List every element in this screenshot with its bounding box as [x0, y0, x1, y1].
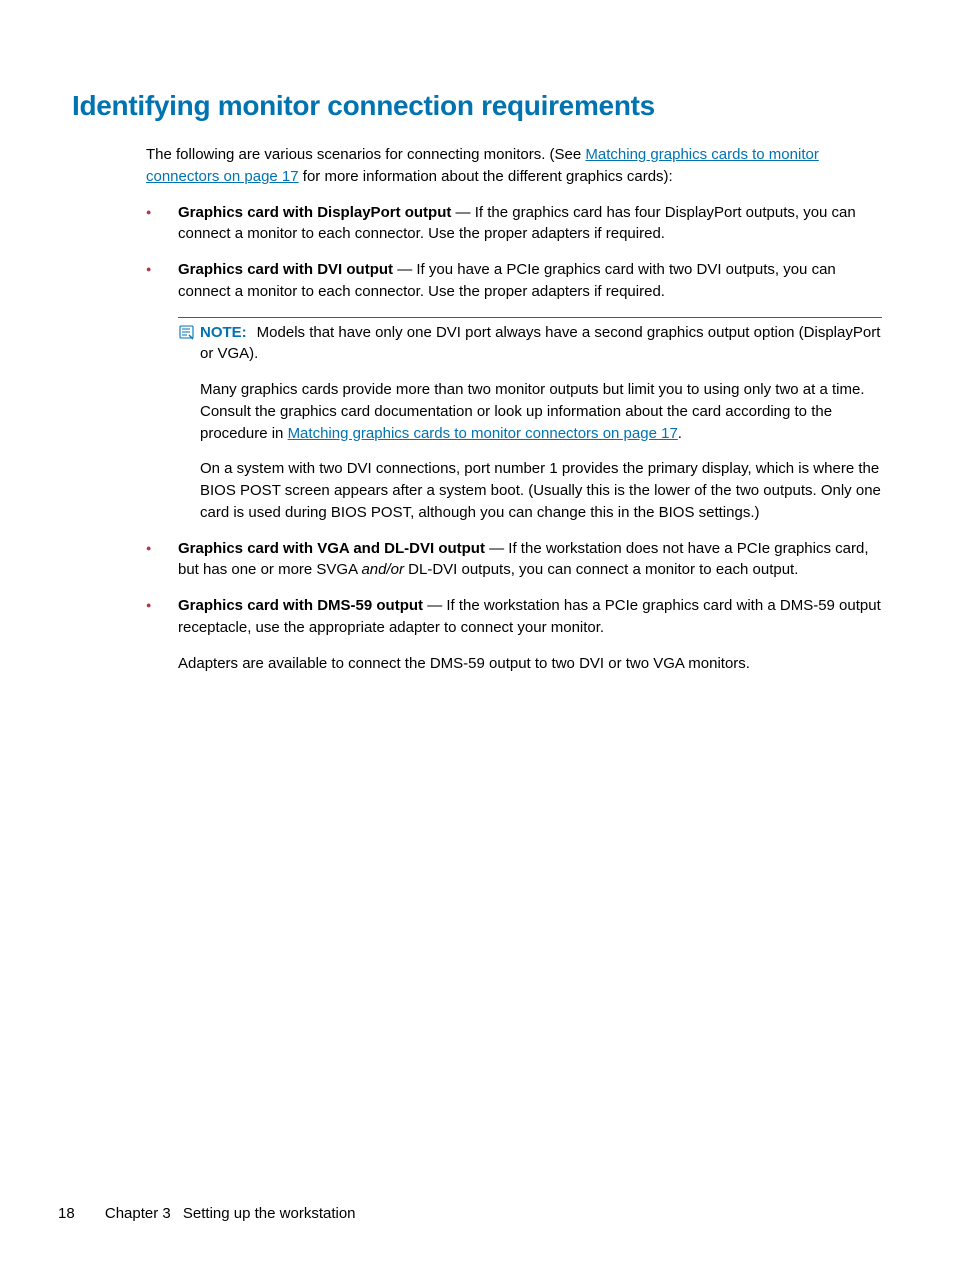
bullet-list: Graphics card with VGA and DL-DVI output… — [146, 538, 882, 675]
list-item: Graphics card with VGA and DL-DVI output… — [146, 538, 882, 582]
note-link[interactable]: Matching graphics cards to monitor conne… — [288, 425, 678, 442]
bullet-italic: and/or — [361, 561, 404, 578]
bullet-lead: Graphics card with DisplayPort output — [178, 204, 451, 221]
note-text-2b: . — [678, 425, 682, 442]
note-paragraph: Many graphics cards provide more than tw… — [200, 379, 882, 444]
intro-paragraph: The following are various scenarios for … — [146, 144, 882, 188]
list-item: Graphics card with DVI output — If you h… — [146, 259, 882, 303]
note-paragraph: On a system with two DVI connections, po… — [200, 458, 882, 523]
note-block: NOTE:Models that have only one DVI port … — [178, 317, 882, 524]
bullet-lead: Graphics card with VGA and DL-DVI output — [178, 540, 485, 557]
bullet-list: Graphics card with DisplayPort output — … — [146, 202, 882, 303]
intro-text-after: for more information about the different… — [299, 168, 673, 185]
note-label: NOTE: — [200, 324, 247, 341]
note-text-1: Models that have only one DVI port alway… — [200, 324, 880, 363]
note-content: NOTE:Models that have only one DVI port … — [200, 322, 882, 524]
intro-text-before: The following are various scenarios for … — [146, 146, 585, 163]
footer-chapter: Chapter 3 — [105, 1205, 171, 1222]
bullet-sub: Adapters are available to connect the DM… — [178, 653, 882, 675]
list-item: Graphics card with DMS-59 output — If th… — [146, 595, 882, 674]
bullet-lead: Graphics card with DVI output — [178, 261, 393, 278]
bullet-rest: DL-DVI outputs, you can connect a monito… — [404, 561, 798, 578]
section-heading: Identifying monitor connection requireme… — [72, 90, 882, 122]
bullet-lead: Graphics card with DMS-59 output — [178, 597, 423, 614]
page-footer: 18 Chapter 3 Setting up the workstation — [58, 1205, 356, 1222]
note-row: NOTE:Models that have only one DVI port … — [178, 317, 882, 524]
note-icon — [178, 323, 198, 345]
list-item: Graphics card with DisplayPort output — … — [146, 202, 882, 246]
footer-title: Setting up the workstation — [183, 1205, 356, 1222]
footer-page-number: 18 — [58, 1205, 75, 1222]
